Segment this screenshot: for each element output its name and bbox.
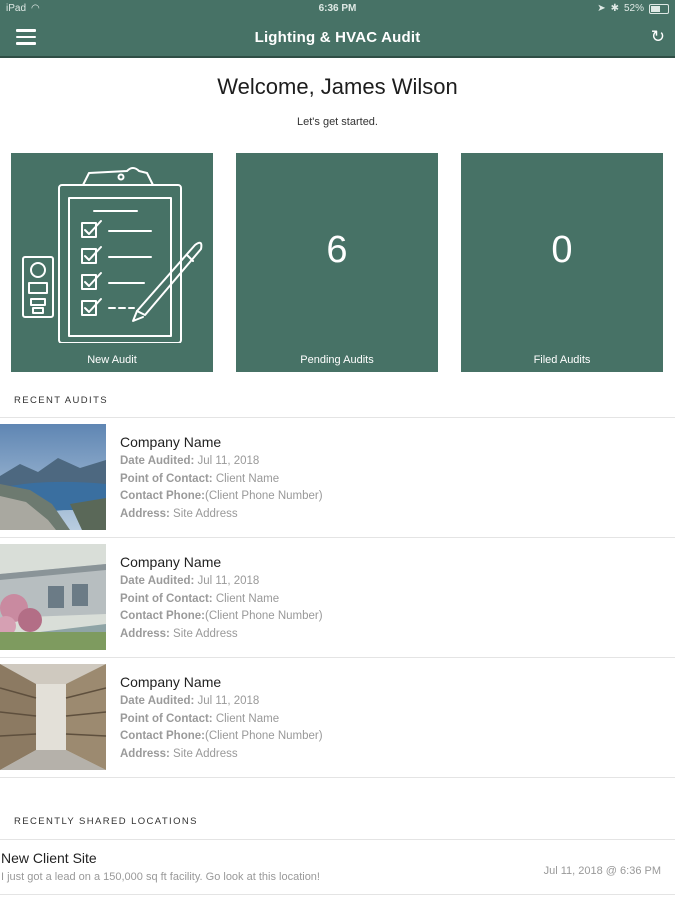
audit-company-name: Company Name: [120, 554, 222, 570]
audit-address: Address: Site Address: [120, 747, 238, 760]
shared-location-description: I just got a lead on a 150,000 sq ft fac…: [1, 871, 320, 883]
new-audit-label: New Audit: [87, 354, 137, 366]
pending-audits-tile[interactable]: 6 Pending Audits: [236, 153, 438, 372]
refresh-icon[interactable]: ↻: [651, 27, 665, 47]
battery-icon: [649, 3, 669, 14]
filed-audits-count: 0: [551, 229, 573, 271]
divider: [0, 417, 675, 418]
audit-contact: Point of Contact: Client Name: [120, 472, 280, 485]
new-audit-tile[interactable]: New Audit: [11, 153, 213, 372]
audit-thumbnail-mountains: [0, 424, 106, 530]
audit-address: Address: Site Address: [120, 627, 238, 640]
location-icon: ➤: [597, 3, 606, 14]
audit-thumbnail-warehouse-exterior: [0, 544, 106, 650]
app-header: Lighting & HVAC Audit ↻: [0, 18, 675, 58]
shared-location-date: Jul 11, 2018 @ 6:36 PM: [543, 865, 661, 877]
pending-audits-count: 6: [326, 229, 348, 271]
divider: [0, 777, 675, 778]
audit-contact: Point of Contact: Client Name: [120, 712, 280, 725]
audit-thumbnail-warehouse-interior: [0, 664, 106, 770]
bluetooth-icon: ✱: [610, 3, 619, 14]
audit-date: Date Audited: Jul 11, 2018: [120, 455, 260, 467]
divider: [0, 657, 675, 658]
app-title: Lighting & HVAC Audit: [254, 29, 421, 46]
divider: [0, 839, 675, 840]
pending-audits-label: Pending Audits: [300, 354, 374, 366]
status-time: 6:36 PM: [318, 3, 357, 14]
welcome-heading: Welcome, James Wilson: [217, 74, 458, 99]
recent-audits-heading: RECENT AUDITS: [14, 395, 109, 406]
shared-locations-heading: RECENTLY SHARED LOCATIONS: [14, 816, 198, 827]
welcome-subtitle: Let's get started.: [297, 116, 378, 128]
battery-percent: 52%: [623, 3, 644, 14]
clipboard-checklist-icon: [22, 167, 203, 343]
audit-phone: Contact Phone:(Client Phone Number): [120, 730, 323, 742]
filed-audits-tile[interactable]: 0 Filed Audits: [461, 153, 663, 372]
audit-date: Date Audited: Jul 11, 2018: [120, 575, 260, 587]
divider: [0, 537, 675, 538]
status-bar: iPad ◠ 6:36 PM ➤ ✱ 52%: [0, 0, 675, 18]
shared-location-name: New Client Site: [1, 850, 97, 866]
audit-phone: Contact Phone:(Client Phone Number): [120, 490, 323, 502]
audit-company-name: Company Name: [120, 434, 222, 450]
shared-location-item[interactable]: New Client Site I just got a lead on a 1…: [0, 843, 675, 893]
audit-address: Address: Site Address: [120, 507, 238, 520]
audit-phone: Contact Phone:(Client Phone Number): [120, 610, 323, 622]
audit-company-name: Company Name: [120, 674, 222, 690]
divider: [0, 894, 675, 895]
audit-list-item[interactable]: Company Name Date Audited: Jul 11, 2018 …: [0, 544, 675, 650]
audit-date: Date Audited: Jul 11, 2018: [120, 695, 260, 707]
audit-list-item[interactable]: Company Name Date Audited: Jul 11, 2018 …: [0, 424, 675, 530]
audit-contact: Point of Contact: Client Name: [120, 592, 280, 605]
filed-audits-label: Filed Audits: [533, 354, 591, 366]
audit-list-item[interactable]: Company Name Date Audited: Jul 11, 2018 …: [0, 664, 675, 770]
